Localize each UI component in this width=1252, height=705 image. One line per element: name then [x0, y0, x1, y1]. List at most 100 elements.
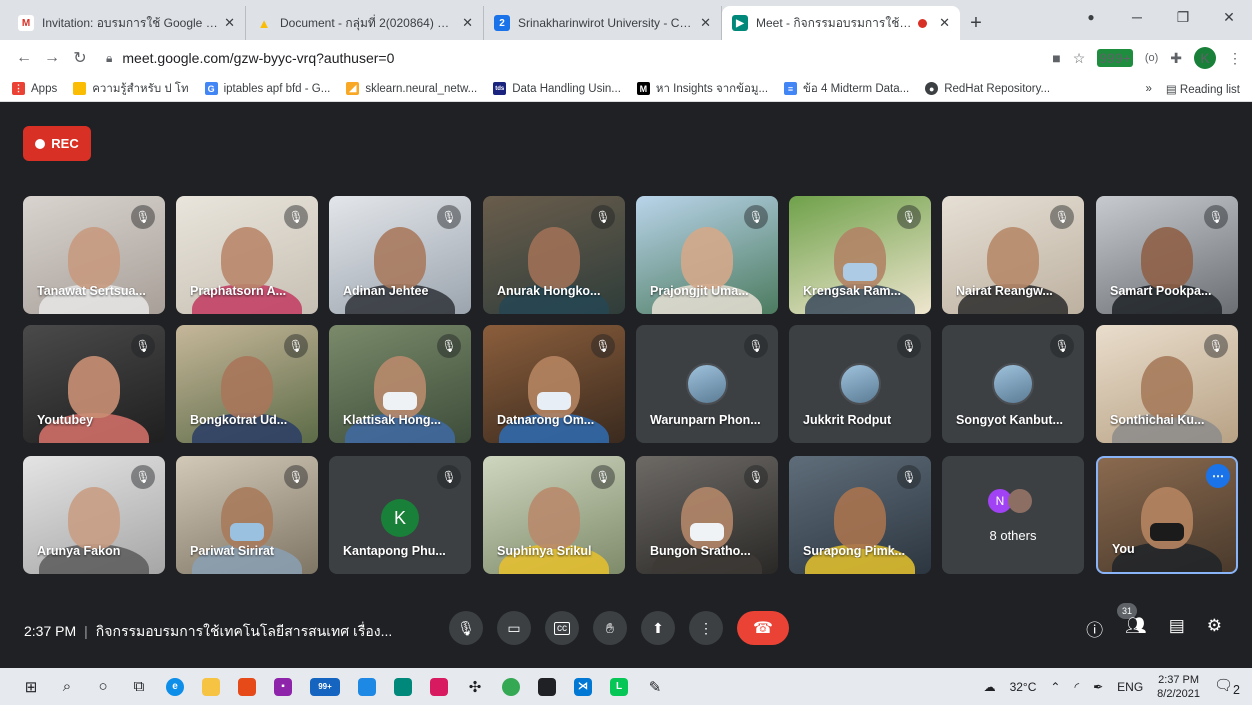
bookmark-redhat[interactable]: ● RedHat Repository...	[925, 82, 1050, 95]
close-tab-icon[interactable]: ✕	[939, 15, 950, 31]
vscode-icon[interactable]: ⋊	[570, 674, 596, 700]
raise-hand-button[interactable]: ✋︎	[593, 611, 627, 645]
bookmarks-more-button[interactable]: »	[1145, 83, 1151, 95]
close-tab-icon[interactable]: ✕	[224, 15, 235, 31]
notifications-icon[interactable]: 🗨︎2	[1214, 676, 1240, 697]
bookmark-iptables[interactable]: Giptables apf bfd - G...	[204, 82, 330, 95]
activities-icon[interactable]: ⚙	[1207, 616, 1222, 641]
reading-list-button[interactable]: ▤ Reading list	[1166, 82, 1240, 96]
cortana-icon[interactable]: ○	[90, 674, 116, 700]
present-button[interactable]: ⬆	[641, 611, 675, 645]
participant-name: Arunya Fakon	[37, 544, 121, 558]
url-field[interactable]: 🔒︎ meet.google.com/gzw-byyc-vrq?authuser…	[94, 44, 1042, 72]
new-tab-button[interactable]: +	[960, 6, 992, 40]
people-icon[interactable]: 👥︎	[1125, 616, 1147, 641]
participant-tile[interactable]: 🎙︎ Nairat Reangw...	[942, 196, 1084, 314]
phone-app-icon[interactable]	[390, 674, 416, 700]
participant-face	[1141, 227, 1193, 289]
browser-menu-icon[interactable]: ⋮	[1228, 50, 1242, 67]
tab-search-icon[interactable]: ●	[1068, 10, 1114, 24]
restore-icon[interactable]: ❐	[1160, 9, 1206, 26]
windows-start-icon[interactable]: ⊞	[18, 674, 44, 700]
participant-tile[interactable]: 🎙︎ Samart Pookpa...	[1096, 196, 1238, 314]
clock[interactable]: 2:37 PM 8/2/2021	[1157, 673, 1200, 701]
chrome-icon[interactable]	[498, 674, 524, 700]
self-view-tile[interactable]: ⋯ You	[1096, 456, 1238, 574]
tray-chevron-icon[interactable]: ⌃	[1050, 680, 1060, 694]
participant-tile[interactable]: 🎙︎ Adinan Jehtee	[329, 196, 471, 314]
profile-avatar[interactable]: K	[1194, 47, 1216, 69]
app-icon[interactable]: ▪	[270, 674, 296, 700]
extension-icon[interactable]: (o)	[1145, 52, 1158, 64]
file-explorer-icon[interactable]	[198, 674, 224, 700]
line-chat-icon[interactable]: L	[606, 674, 632, 700]
microphone-button[interactable]: 🎙︎	[449, 611, 483, 645]
bookmark-sklearn[interactable]: ◢ sklearn.neural_netw...	[346, 82, 477, 95]
participant-tile[interactable]: 🎙︎ Krengsak Ram...	[789, 196, 931, 314]
participant-tile[interactable]: K 🎙︎ Kantapong Phu...	[329, 456, 471, 574]
participant-tile[interactable]: 🎙︎ Praphatsorn A...	[176, 196, 318, 314]
dots-app-icon[interactable]: ✣	[462, 674, 488, 700]
participant-tile[interactable]: 🎙︎ Tanawat Sertsua...	[23, 196, 165, 314]
participant-face	[1141, 356, 1193, 418]
leave-call-button[interactable]: ☎	[737, 611, 789, 645]
participant-tile[interactable]: 🎙︎ Suphinya Srikul	[483, 456, 625, 574]
tab-gmail-invitation[interactable]: M Invitation: อบรมการใช้ Google @ F ✕	[8, 6, 246, 40]
close-tab-icon[interactable]: ✕	[462, 15, 473, 31]
bookmark-insights[interactable]: M หา Insights จากข้อมู...	[636, 80, 768, 98]
language-indicator[interactable]: ENG	[1117, 680, 1143, 694]
minimize-icon[interactable]: ─	[1114, 9, 1160, 25]
captions-button[interactable]: cc	[545, 611, 579, 645]
task-view-icon[interactable]: ⧉	[126, 674, 152, 700]
store-icon[interactable]	[534, 674, 560, 700]
participant-tile[interactable]: 🎙︎ Bongkotrat Ud...	[176, 325, 318, 443]
participant-tile[interactable]: 🎙︎ Warunparn Phon...	[636, 325, 778, 443]
close-tab-icon[interactable]: ✕	[700, 15, 711, 31]
participant-tile[interactable]: 🎙︎ Surapong Pimk...	[789, 456, 931, 574]
close-window-icon[interactable]: ✕	[1206, 9, 1252, 26]
bookmark-midterm[interactable]: ≡ ข้อ 4 Midterm Data...	[784, 80, 909, 98]
meeting-info-icon[interactable]: ⓘ	[1086, 616, 1103, 641]
extension-badge-icon[interactable]: 999+	[1097, 49, 1133, 67]
participant-tile[interactable]: 🎙︎ Bungon Sratho...	[636, 456, 778, 574]
wifi-icon[interactable]: ◜	[1074, 680, 1079, 694]
participant-tile[interactable]: 🎙︎ Klattisak Hong...	[329, 325, 471, 443]
forward-icon[interactable]: →	[38, 49, 66, 67]
tab-university-calendar[interactable]: 2 Srinakharinwirot University - Cale ✕	[484, 6, 722, 40]
others-tile[interactable]: N 8 others	[942, 456, 1084, 574]
network-app-icon[interactable]	[354, 674, 380, 700]
participant-tile[interactable]: 🎙︎ Anurak Hongko...	[483, 196, 625, 314]
edge-icon[interactable]: e	[162, 674, 188, 700]
bookmark-data-handling[interactable]: tds Data Handling Usin...	[493, 82, 621, 95]
more-options-button[interactable]: ⋮	[689, 611, 723, 645]
participant-tile[interactable]: 🎙︎ Prajongjit Uma...	[636, 196, 778, 314]
bookmark-apps[interactable]: ⋮ Apps	[12, 82, 57, 95]
tab-google-meet[interactable]: ▶ Meet - กิจกรรมอบรมการใช้เทคโ ✕	[722, 6, 960, 40]
participant-tile[interactable]: 🎙︎ Jukkrit Rodput	[789, 325, 931, 443]
more-options-icon[interactable]: ⋯	[1206, 464, 1230, 488]
mail-badge-icon[interactable]: 99+	[306, 674, 344, 700]
back-icon[interactable]: ←	[10, 49, 38, 67]
paint-icon[interactable]: ✎	[642, 674, 668, 700]
camera-button[interactable]: ▭	[497, 611, 531, 645]
search-icon[interactable]: ⌕	[54, 674, 80, 700]
participant-tile[interactable]: 🎙︎ Sonthichai Ku...	[1096, 325, 1238, 443]
snip-icon[interactable]	[426, 674, 452, 700]
participant-tile[interactable]: 🎙︎ Youtubey	[23, 325, 165, 443]
weather-icon[interactable]: ☁	[984, 680, 996, 694]
pen-icon[interactable]: ✒	[1093, 680, 1103, 694]
bookmark-star-icon[interactable]: ☆	[1073, 50, 1086, 67]
chat-icon[interactable]: ▤	[1169, 616, 1185, 641]
camera-icon[interactable]: ■	[1052, 50, 1060, 66]
participant-tile[interactable]: 🎙︎ Pariwat Sirirat	[176, 456, 318, 574]
participant-tile[interactable]: 🎙︎ Arunya Fakon	[23, 456, 165, 574]
puzzle-icon[interactable]: ✚	[1170, 50, 1182, 67]
tab-google-document[interactable]: ▲ Document - กลุ่มที่ 2(020864) อบรม ✕	[246, 6, 484, 40]
bookmark-folder[interactable]: ความรู้สำหรับ ป โท	[73, 80, 189, 98]
office-icon[interactable]	[234, 674, 260, 700]
reload-icon[interactable]: ↻	[66, 48, 94, 68]
participant-tile[interactable]: 🎙︎ Songyot Kanbut...	[942, 325, 1084, 443]
participant-tile[interactable]: 🎙︎ Datnarong Om...	[483, 325, 625, 443]
lock-icon[interactable]: 🔒︎	[106, 51, 112, 66]
temperature[interactable]: 32°C	[1010, 680, 1037, 694]
